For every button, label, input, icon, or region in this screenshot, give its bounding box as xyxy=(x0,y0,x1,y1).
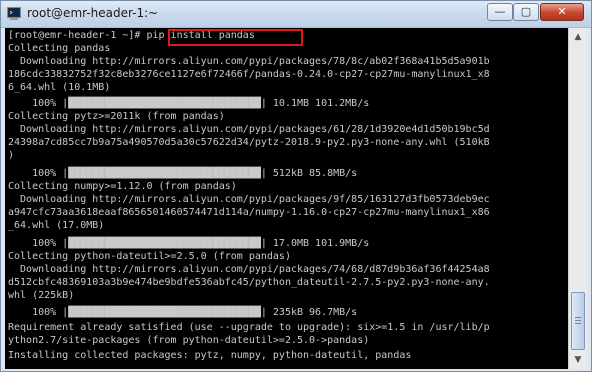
vertical-scrollbar[interactable]: ▲ ▼ xyxy=(568,28,587,369)
terminal-output[interactable]: [root@emr-header-1 ~]# pip install panda… xyxy=(5,28,568,369)
terminal-line: Downloading http://mirrors.aliyun.com/py… xyxy=(8,194,490,205)
terminal-line: a947cfc73aa3618eaaf8656501460574471d114a… xyxy=(8,207,490,218)
terminal-line: whl (225kB) xyxy=(8,290,75,301)
terminal-window: root@emr-header-1:~ — ▢ ✕ [root@emr-head… xyxy=(0,0,592,372)
terminal-line: 186cdc33832752f32c8eb3276ce1127e6f72466f… xyxy=(8,69,490,80)
terminal-line: _64.whl (17.0MB) xyxy=(8,220,105,231)
progress-line: 100% |████████████████████████████████| … xyxy=(8,98,370,109)
terminal-line: Downloading http://mirrors.aliyun.com/py… xyxy=(8,124,490,135)
grip-icon xyxy=(575,317,581,318)
highlighted-command-box xyxy=(168,29,303,46)
maximize-button[interactable]: ▢ xyxy=(513,3,539,21)
terminal-line: ython2.7/site-packages (from python-date… xyxy=(8,335,370,346)
progress-line: 100% |████████████████████████████████| … xyxy=(8,307,358,318)
terminal-icon xyxy=(7,7,21,20)
terminal-line: Requirement already satisfied (use --upg… xyxy=(8,322,490,333)
terminal-line: 24398a7cd85cc7b9a75a490570d5a30c57622d34… xyxy=(8,137,490,148)
terminal-line: Installing collected packages: pytz, num… xyxy=(8,350,412,361)
title-bar[interactable]: root@emr-header-1:~ — ▢ ✕ xyxy=(1,1,591,28)
progress-line: 100% |████████████████████████████████| … xyxy=(8,238,370,249)
terminal-line: Collecting numpy>=1.12.0 (from pandas) xyxy=(8,181,237,192)
scroll-up-arrow-icon[interactable]: ▲ xyxy=(570,29,586,45)
grip-icon xyxy=(575,323,581,324)
terminal-line: Downloading http://mirrors.aliyun.com/py… xyxy=(8,264,490,275)
terminal-line: ) xyxy=(8,150,15,161)
terminal-line: Downloading http://mirrors.aliyun.com/py… xyxy=(8,56,490,67)
progress-line: 100% |████████████████████████████████| … xyxy=(8,168,358,179)
minimize-button[interactable]: — xyxy=(487,3,513,21)
terminal-line: d512cbfc48369103a3b9e474be9bdfe536abfc45… xyxy=(8,277,490,288)
scrollbar-thumb[interactable] xyxy=(571,292,585,350)
close-button[interactable]: ✕ xyxy=(540,3,584,21)
terminal-line: Collecting python-dateutil>=2.5.0 (from … xyxy=(8,251,291,262)
terminal-line: Collecting pandas xyxy=(8,43,111,54)
scroll-down-arrow-icon[interactable]: ▼ xyxy=(570,352,586,368)
terminal-line: 6_64.whl (10.1MB) xyxy=(8,82,111,93)
terminal-line: Collecting pytz>=2011k (from pandas) xyxy=(8,111,225,122)
grip-icon xyxy=(575,320,581,321)
window-title: root@emr-header-1:~ xyxy=(27,6,159,20)
